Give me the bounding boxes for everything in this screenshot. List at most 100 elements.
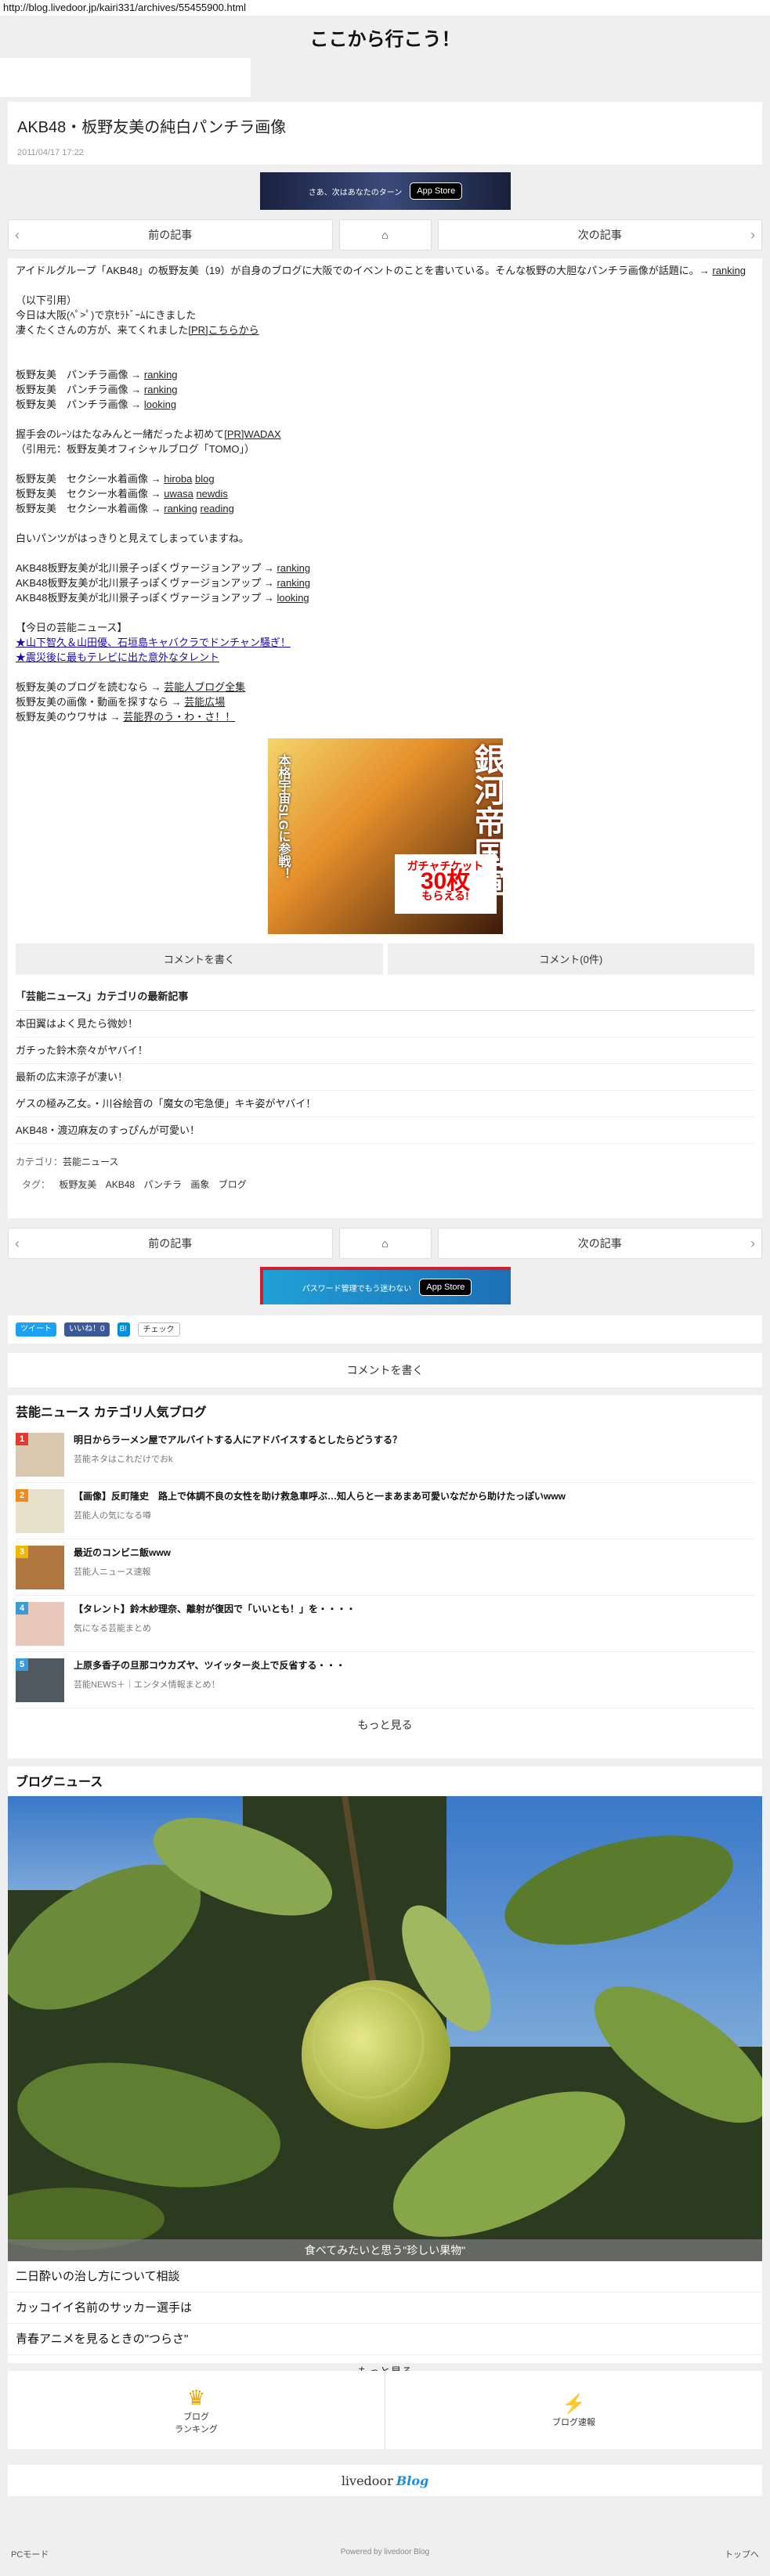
facebook-like-button[interactable]: いいね！0 bbox=[64, 1322, 110, 1337]
reading-link[interactable]: reading bbox=[201, 503, 234, 514]
list-item[interactable]: 5 上原多香子の旦那コウカズヤ、ツイッター炎上で反省する・・・ 芸能NEWS＋｜エ… bbox=[16, 1652, 754, 1708]
comment-row: コメントを書く コメント(0件) bbox=[16, 943, 754, 975]
list-item[interactable]: AKB48・渡辺麻友のすっぴんが可愛い！ bbox=[16, 1117, 754, 1144]
article-intro: アイドルグループ「AKB48」の板野友美（19）が自身のブログに大阪でのイベント… bbox=[16, 265, 747, 276]
looking-link[interactable]: looking bbox=[277, 592, 309, 604]
list-item[interactable]: 二日酔いの治し方について相談 bbox=[8, 2261, 762, 2293]
intro-link[interactable]: ranking bbox=[712, 265, 746, 276]
bottom-bar: Powered by livedoor Blog PCモード トップへ bbox=[0, 2537, 770, 2568]
article-date: 2011/04/17 17:22 bbox=[17, 148, 84, 157]
home-button[interactable]: ⌂ bbox=[338, 1228, 432, 1259]
ranking-link[interactable]: ranking bbox=[144, 384, 178, 395]
site-title[interactable]: ここから行こう！ bbox=[0, 16, 770, 60]
ranking-link[interactable]: ranking bbox=[277, 562, 310, 574]
list-item[interactable]: カッコイイ名前のサッカー選手は bbox=[8, 2293, 762, 2324]
ranking-link[interactable]: ranking bbox=[277, 577, 310, 589]
link-line: 板野友美 セクシー水着画像 → uwasa newdis bbox=[16, 488, 228, 500]
app-store-badge: App Store bbox=[419, 1279, 472, 1296]
link-line: 板野友美の画像・動画を探すなら → 芸能広場 bbox=[16, 696, 226, 708]
category-title: 「芸能ニュース」カテゴリの最新記事 bbox=[16, 989, 754, 1011]
today-news-head: 【今日の芸能ニュース】 bbox=[16, 622, 128, 633]
blog-news-link[interactable]: ⚡ ブログ速報 bbox=[385, 2371, 762, 2449]
uwasa-link[interactable]: 芸能界のう・わ・さ！！ bbox=[123, 711, 235, 723]
ranking-link[interactable]: ranking bbox=[144, 369, 178, 381]
back-to-top-link[interactable]: トップへ bbox=[725, 2548, 759, 2560]
ad-side-text: 本格宇宙SLGに参戦！ bbox=[276, 754, 290, 880]
pr-link[interactable]: [PR]WADAX bbox=[224, 428, 280, 440]
next-article-button[interactable]: 次の記事 › bbox=[437, 1228, 762, 1259]
powered-by: Powered by livedoor Blog bbox=[340, 2548, 430, 2556]
news-photo[interactable]: 食べてみたいと思う"珍しい果物" bbox=[8, 1796, 762, 2261]
link-line: 板野友美 パンチラ画像 → ranking bbox=[16, 384, 178, 395]
prev-article-button[interactable]: ‹ 前の記事 bbox=[8, 219, 333, 251]
thumbnail: 5 bbox=[16, 1658, 64, 1702]
list-item[interactable]: ゲスの極み乙女。・川谷絵音の「魔女の宅急便」キキ姿がヤバイ！ bbox=[16, 1091, 754, 1117]
list-item[interactable]: ガチった鈴木奈々がヤバイ！ bbox=[16, 1037, 754, 1064]
source-line: （引用元：板野友美オフィシャルブログ「TOMO」） bbox=[16, 443, 255, 455]
livedoor-logo[interactable]: livedoor Blog bbox=[8, 2465, 762, 2496]
handshake-line: 握手会のﾚｰﾝはたなみんと一緒だったよ初めて[PR]WADAX bbox=[16, 428, 281, 440]
game-ad[interactable]: 本格宇宙SLGに参戦！ 銀河帝国軍 ガチャチケット 30枚 もらえる! bbox=[267, 738, 503, 934]
tag-link[interactable]: パンチラ bbox=[143, 1179, 182, 1190]
blog-news: ブログニュース 食べてみたいと思う"珍しい果物" 二日酔いの治し方について相談 … bbox=[8, 1766, 762, 2378]
blog-ranking-link[interactable]: ♛ ブログ ランキング bbox=[8, 2371, 385, 2449]
thumbnail: 1 bbox=[16, 1433, 64, 1477]
article-body: アイドルグループ「AKB48」の板野友美（19）が自身のブログに大阪でのイベント… bbox=[8, 258, 762, 1218]
quote-line: 凄くたくさんの方が、来てくれました[PR]こちらから bbox=[16, 324, 259, 336]
tag-link[interactable]: 板野友美 bbox=[59, 1179, 96, 1190]
tweet-button[interactable]: ツイート bbox=[16, 1322, 56, 1337]
item-source: 芸能人の気になる噂 bbox=[74, 1511, 151, 1521]
list-item[interactable]: 3 最近のコンビニ飯www 芸能人ニュース速報 bbox=[16, 1539, 754, 1596]
looking-link[interactable]: looking bbox=[144, 399, 176, 410]
write-comment-button[interactable]: コメントを書く bbox=[16, 943, 383, 975]
prev-article-button[interactable]: ‹ 前の記事 bbox=[8, 1228, 333, 1259]
app-banner[interactable]: パスワード管理でもう迷わない App Store bbox=[260, 1267, 511, 1304]
home-button[interactable]: ⌂ bbox=[338, 219, 432, 251]
uwasa-link[interactable]: uwasa bbox=[164, 488, 193, 500]
link-line: 板野友美 パンチラ画像 → looking bbox=[16, 399, 177, 410]
next-article-button[interactable]: 次の記事 › bbox=[437, 219, 762, 251]
geino-hiroba-link[interactable]: 芸能広場 bbox=[184, 696, 225, 708]
newdis-link[interactable]: newdis bbox=[196, 488, 227, 500]
url-bar[interactable]: http://blog.livedoor.jp/kairi331/archive… bbox=[0, 0, 770, 16]
thumbnail: 2 bbox=[16, 1489, 64, 1533]
link-line: AKB48板野友美が北川景子っぽくヴァージョンアップ → ranking bbox=[16, 562, 311, 574]
mixi-check-button[interactable]: チェック bbox=[137, 1322, 180, 1337]
item-source: 気になる芸能まとめ bbox=[74, 1624, 151, 1633]
list-item[interactable]: 最新の広末涼子が凄い！ bbox=[16, 1064, 754, 1091]
hiroba-link[interactable]: hiroba bbox=[164, 473, 192, 485]
rank-badge: 1 bbox=[16, 1433, 28, 1445]
rank-badge: 4 bbox=[16, 1602, 28, 1615]
list-item[interactable]: 青春アニメを見るときの"つらさ" bbox=[8, 2324, 762, 2355]
tag-link[interactable]: 画象 bbox=[190, 1179, 209, 1190]
article-title: AKB48・板野友美の純白パンチラ画像 bbox=[17, 119, 287, 136]
list-item[interactable]: 2 【画像】反町隆史 路上で体調不良の女性を助け救急車呼ぶ…知人らと一まあまあ可… bbox=[16, 1483, 754, 1539]
blog-zenshu-link[interactable]: 芸能人ブログ全集 bbox=[164, 681, 245, 693]
today-news-link[interactable]: ★山下智久＆山田優、石垣島キャバクラでドンチャン騒ぎ！ bbox=[16, 635, 754, 650]
rank-badge: 2 bbox=[16, 1489, 28, 1502]
blog-link[interactable]: blog bbox=[195, 473, 215, 485]
link-line: 板野友美 セクシー水着画像 → hiroba blog bbox=[16, 473, 215, 485]
tag-link[interactable]: ブログ bbox=[219, 1179, 247, 1190]
fruit-photo bbox=[8, 1796, 762, 2261]
thumbnail: 3 bbox=[16, 1546, 64, 1589]
tag-link[interactable]: AKB48 bbox=[106, 1179, 135, 1190]
pr-link[interactable]: [PR]こちらから bbox=[188, 324, 258, 336]
blank-ad-slot bbox=[0, 58, 251, 97]
chevron-left-icon: ‹ bbox=[15, 226, 20, 243]
app-store-badge: App Store bbox=[410, 182, 463, 200]
today-news-link[interactable]: ★震災後に最もテレビに出た意外なタレント bbox=[16, 650, 754, 665]
list-item[interactable]: 本田翼はよく見たら微妙！ bbox=[16, 1011, 754, 1037]
category-link[interactable]: 芸能ニュース bbox=[63, 1156, 118, 1167]
link-line: 板野友美 セクシー水着画像 → ranking reading bbox=[16, 503, 234, 514]
list-item[interactable]: 4 【タレント】鈴木紗理奈、離射が復因で「いいとも！」を・・・・ 気になる芸能まと… bbox=[16, 1596, 754, 1652]
item-title: 明日からラーメン屋でアルバイトする人にアドバイスするとしたらどうする？ bbox=[74, 1434, 403, 1445]
list-item[interactable]: 1 明日からラーメン屋でアルバイトする人にアドバイスするとしたらどうする？ 芸能ネ… bbox=[16, 1427, 754, 1483]
write-comment-button[interactable]: コメントを書く bbox=[8, 1353, 762, 1387]
comment-count-button[interactable]: コメント(0件) bbox=[387, 943, 754, 975]
app-banner[interactable]: さあ、次はあなたのターン App Store bbox=[260, 172, 511, 210]
more-button[interactable]: もっと見る bbox=[16, 1708, 754, 1741]
hatena-bookmark-button[interactable]: B! bbox=[117, 1322, 130, 1337]
pc-mode-link[interactable]: PCモード bbox=[11, 2548, 49, 2560]
ranking-link[interactable]: ranking bbox=[164, 503, 197, 514]
